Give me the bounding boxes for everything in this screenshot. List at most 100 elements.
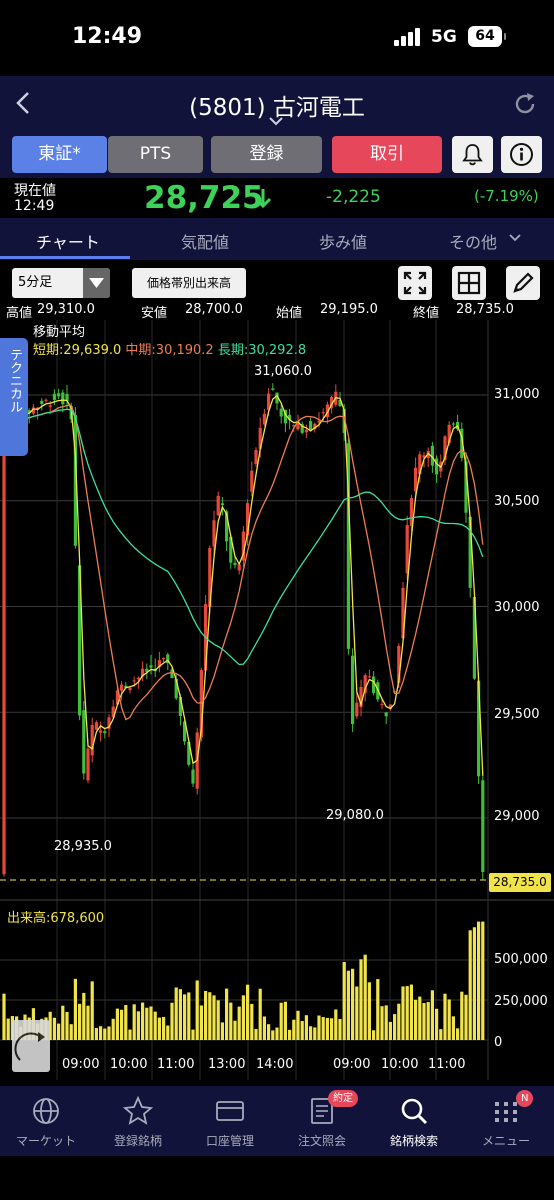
globe-icon: [33, 1098, 59, 1124]
star-icon: [123, 1096, 153, 1125]
volume-bar: [199, 1005, 203, 1040]
volume-bar: [111, 1018, 115, 1040]
volume-bar: [107, 1026, 111, 1040]
nav-watchlist[interactable]: 登録銘柄: [92, 1086, 184, 1156]
pts-button[interactable]: PTS: [108, 136, 203, 173]
candle: [250, 470, 254, 492]
volume-tick-label: 500,000: [494, 952, 548, 967]
tab-ticks[interactable]: 歩み値: [319, 229, 367, 253]
signal-icon: [394, 28, 422, 46]
alert-button[interactable]: [452, 136, 493, 173]
layout-button[interactable]: [452, 266, 486, 300]
ma-title: 移動平均: [33, 325, 86, 340]
nav-orders[interactable]: 約定 注文照会: [276, 1086, 368, 1156]
volume-bar: [267, 1024, 271, 1040]
high-annotation: 31,060.0: [254, 364, 312, 379]
volume-tick-label: 0: [494, 1035, 503, 1050]
technical-tab[interactable]: テクニカル: [0, 338, 28, 456]
volume-bar: [447, 999, 451, 1040]
chevron-down-icon[interactable]: [268, 116, 284, 126]
candle: [233, 562, 237, 565]
volume-bar: [384, 1005, 388, 1040]
interval-value: 5分足: [18, 275, 53, 290]
volume-bar: [157, 1017, 161, 1040]
volume-bar: [313, 1027, 317, 1040]
volume-bar: [338, 1018, 342, 1040]
volume-bar: [166, 1025, 170, 1040]
price-summary: 現在値 12:49 28,725 -2,225 (-7.19%): [0, 178, 554, 218]
volume-bar: [460, 991, 464, 1040]
y-tick-label: 31,000: [494, 387, 540, 402]
battery-icon: 64: [468, 26, 506, 47]
nav-account[interactable]: 口座管理: [184, 1086, 276, 1156]
chevron-down-icon[interactable]: [509, 234, 521, 242]
volume-bar: [195, 980, 199, 1040]
nav-search[interactable]: 銘柄検索: [368, 1086, 460, 1156]
volume-bar: [472, 927, 476, 1040]
volume-bar: [220, 1022, 224, 1040]
nav-market[interactable]: マーケット: [0, 1086, 92, 1156]
register-button[interactable]: 登録: [211, 136, 322, 173]
chart-canvas[interactable]: [0, 320, 554, 1086]
x-tick-label: 14:00: [256, 1057, 294, 1072]
price-change: -2,225: [326, 187, 381, 207]
volume-bar: [388, 1021, 392, 1040]
fullscreen-button[interactable]: [398, 266, 432, 300]
filled-badge: 約定: [328, 1090, 358, 1107]
volume-bar: [57, 1023, 61, 1040]
volume-bar: [233, 1020, 237, 1040]
candle: [128, 687, 132, 691]
current-price: 28,725: [144, 180, 264, 216]
volume-bar: [128, 1029, 132, 1040]
volume-bar: [439, 1029, 443, 1040]
info-button[interactable]: [501, 136, 542, 173]
volume-bar: [401, 986, 405, 1040]
y-tick-label: 30,000: [494, 600, 540, 615]
candle: [44, 399, 48, 401]
volume-bar: [250, 1003, 254, 1040]
candle: [2, 424, 6, 875]
volume-bar: [73, 978, 77, 1040]
volume-bar: [153, 1011, 157, 1040]
volume-bar: [376, 979, 380, 1040]
volume-bar: [414, 999, 418, 1040]
volume-bar: [456, 1028, 460, 1040]
refresh-icon[interactable]: [512, 91, 538, 117]
interval-select[interactable]: 5分足: [12, 268, 110, 298]
ohlc-row: 高値 29,310.0 安値 28,700.0 始値 29,195.0 終値 2…: [0, 302, 554, 321]
trade-button[interactable]: 取引: [332, 136, 442, 173]
volume-by-price-button[interactable]: 価格帯別出来高: [132, 268, 246, 298]
candle: [103, 731, 107, 734]
search-icon: [401, 1098, 428, 1125]
tab-other[interactable]: その他: [449, 229, 497, 253]
ma-legend: 短期:29,639.0 中期:30,190.2 長期:30,292.8: [33, 339, 306, 358]
candle: [61, 392, 65, 405]
volume-bar: [90, 981, 94, 1040]
volume-bar: [317, 1015, 321, 1040]
volume-bar: [170, 1002, 174, 1040]
volume-bar: [275, 1027, 279, 1040]
volume-bar: [52, 1017, 56, 1040]
x-tick-label: 10:00: [381, 1057, 419, 1072]
x-tick-label: 10:00: [110, 1057, 148, 1072]
volume-bar: [342, 961, 346, 1040]
tab-quotes[interactable]: 気配値: [181, 229, 229, 253]
volume-bar: [204, 990, 208, 1040]
volume-bar: [241, 995, 245, 1040]
new-badge: N: [516, 1090, 534, 1107]
tab-chart[interactable]: チャート: [36, 229, 100, 253]
volume-bar: [6, 1018, 10, 1040]
candle: [380, 704, 384, 706]
nav-menu[interactable]: N メニュー: [460, 1086, 552, 1156]
volume-bar: [443, 993, 447, 1040]
tse-button[interactable]: 東証*: [12, 136, 107, 173]
tab-active-indicator: [0, 256, 130, 259]
volume-bar: [288, 1029, 292, 1040]
draw-button[interactable]: [506, 266, 540, 300]
candle: [136, 677, 140, 680]
x-tick-label: 11:00: [428, 1057, 466, 1072]
zoom-handle-icon[interactable]: [12, 1020, 50, 1072]
volume-bar: [136, 1011, 140, 1040]
price-chart[interactable]: テクニカル 移動平均 短期:29,639.0 中期:30,190.2 長期:30…: [0, 320, 554, 1086]
x-tick-label: 09:00: [62, 1057, 100, 1072]
